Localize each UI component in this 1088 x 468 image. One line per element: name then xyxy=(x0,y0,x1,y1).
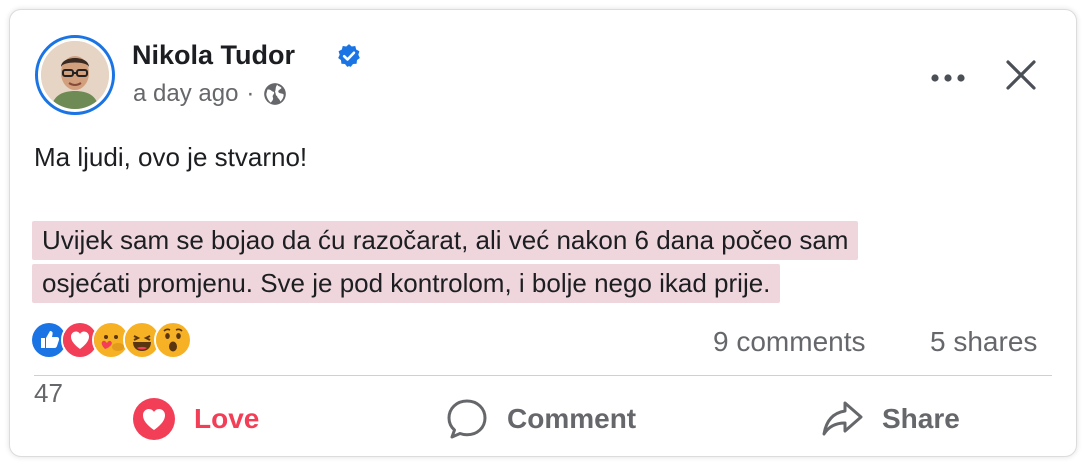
avatar-photo xyxy=(41,41,109,109)
share-button[interactable]: Share xyxy=(820,394,960,444)
post-text: Ma ljudi, ovo je stvarno! xyxy=(34,142,308,172)
comments-count[interactable]: 9 comments xyxy=(713,326,866,358)
comment-label: Comment xyxy=(507,403,637,434)
post-timestamp[interactable]: a day ago xyxy=(133,80,238,108)
meta-separator: · xyxy=(246,80,255,107)
verified-badge-icon xyxy=(338,44,360,67)
author-avatar[interactable] xyxy=(35,35,115,115)
divider xyxy=(34,375,1052,376)
share-icon xyxy=(822,401,863,436)
wow-icon xyxy=(154,321,192,359)
share-label: Share xyxy=(882,403,960,434)
close-icon[interactable] xyxy=(1004,58,1038,92)
globe-icon xyxy=(264,83,287,105)
ellipsis-icon xyxy=(931,74,965,82)
comment-icon xyxy=(447,399,487,439)
post-card: Nikola Tudor a day ago · Ma ljudi, ovo j… xyxy=(9,9,1077,457)
love-icon xyxy=(133,398,175,440)
reaction-icons[interactable] xyxy=(30,321,192,361)
reaction-count[interactable]: 47 xyxy=(34,378,63,409)
highlighted-text-line: osjećati promjenu. Sve je pod kontrolom,… xyxy=(32,264,781,303)
shares-count[interactable]: 5 shares xyxy=(930,326,1037,358)
love-label: Love xyxy=(194,403,260,434)
highlighted-text-line: Uvijek sam se bojao da ću razočarat, ali… xyxy=(32,221,859,260)
more-options-button[interactable] xyxy=(926,66,970,90)
author-name[interactable]: Nikola Tudor xyxy=(132,40,295,71)
love-button[interactable]: Love xyxy=(132,394,259,444)
comment-button[interactable]: Comment xyxy=(445,394,636,444)
post-meta: a day ago · xyxy=(133,80,288,108)
